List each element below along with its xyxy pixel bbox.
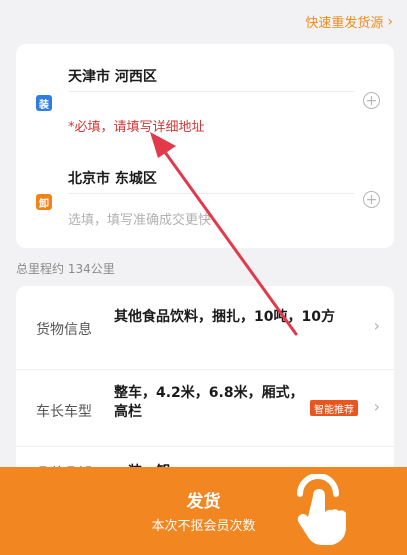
chevron-right-icon: › [373, 316, 380, 335]
divider [68, 91, 354, 92]
loading-address-row[interactable]: 装 天津市 河西区 *必填，请填写详细地址 + [16, 44, 394, 144]
vehicle-type-value: 整车，4.2米，6.8米，厢式，高栏 [114, 385, 304, 420]
loading-city: 天津市 河西区 [68, 69, 157, 85]
vehicle-type-label: 车长车型 [36, 404, 92, 420]
load-badge: 装 [36, 95, 52, 111]
unloading-address-row[interactable]: 卸 北京市 东城区 选填，填写准确成交更快 + [16, 154, 394, 248]
divider [68, 193, 354, 194]
cargo-info-label: 货物信息 [36, 322, 92, 338]
cargo-info-row[interactable]: 货物信息 其他食品饮料，捆扎，10吨，10方 › [16, 286, 394, 369]
quick-resend-link[interactable]: 快速重发货源 › [305, 12, 393, 32]
chevron-right-icon: › [373, 397, 380, 416]
unloading-address-hint: 选填，填写准确成交更快 [68, 213, 212, 228]
quick-resend-label: 快速重发货源 [305, 16, 384, 31]
smart-recommend-badge[interactable]: 智能推荐 [310, 400, 358, 416]
plus-circle-icon[interactable]: + [363, 92, 380, 109]
chevron-right-icon: › [387, 13, 393, 30]
tap-hand-icon [297, 474, 346, 545]
plus-circle-icon[interactable]: + [363, 191, 380, 208]
loading-address-hint: *必填，请填写详细地址 [68, 120, 205, 135]
vehicle-type-row[interactable]: 车长车型 整车，4.2米，6.8米，厢式，高栏 智能推荐 › [16, 370, 394, 446]
unloading-city: 北京市 东城区 [68, 171, 157, 187]
unload-badge: 卸 [36, 194, 52, 210]
address-card: 装 天津市 河西区 *必填，请填写详细地址 + 卸 北京市 东城区 选填，填写准… [16, 44, 394, 248]
total-distance: 总里程约 134公里 [16, 262, 115, 276]
cargo-info-value: 其他食品饮料，捆扎，10吨，10方 [114, 309, 335, 325]
